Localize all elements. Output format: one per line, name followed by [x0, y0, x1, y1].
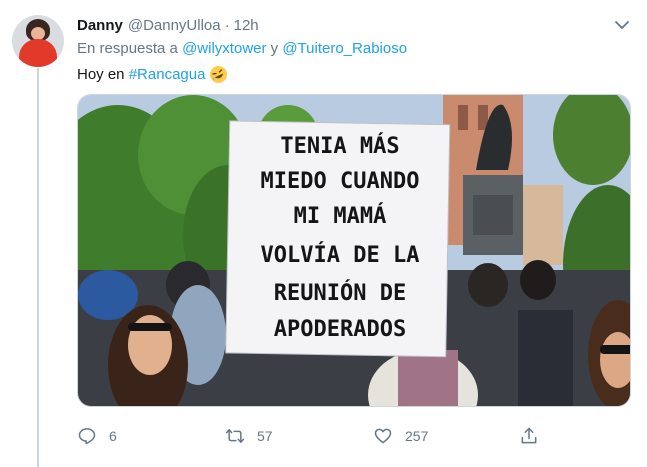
- chevron-down-icon[interactable]: [612, 15, 632, 35]
- avatar[interactable]: [12, 15, 64, 67]
- sign-text-line: VOLVÍA DE LA: [261, 242, 420, 268]
- timestamp[interactable]: 12h: [234, 17, 259, 34]
- sign-text-line: APODERADOS: [274, 317, 406, 342]
- tweet[interactable]: Danny @DannyUlloa · 12h En respuesta a @…: [0, 0, 647, 467]
- like-count: 257: [405, 428, 429, 444]
- user-handle[interactable]: @DannyUlloa: [128, 17, 221, 34]
- reply-context: En respuesta a @wilyxtower y @Tuitero_Ra…: [77, 40, 407, 57]
- sign-text-line: MI MAMÁ: [294, 203, 387, 229]
- like-action[interactable]: 257: [373, 424, 428, 448]
- tweet-header: Danny @DannyUlloa · 12h: [77, 14, 259, 36]
- sign-text-line: REUNIÓN DE: [274, 280, 406, 306]
- share-icon[interactable]: [519, 426, 539, 446]
- reply-count: 6: [109, 428, 117, 444]
- user-name[interactable]: Danny: [77, 17, 123, 34]
- tweet-actions: 6 57 257: [77, 424, 547, 448]
- tweet-text-body: Hoy en: [77, 66, 125, 83]
- reply-user-link[interactable]: @Tuitero_Rabioso: [282, 40, 407, 57]
- protest-photo: TENIA MÁS MIEDO CUANDO MI MAMÁ VOLVÍA DE…: [78, 95, 630, 406]
- reply-icon[interactable]: [77, 426, 97, 446]
- reply-user-link[interactable]: @wilyxtower: [182, 40, 266, 57]
- reply-prefix: En respuesta a: [77, 40, 178, 57]
- retweet-icon[interactable]: [225, 426, 245, 446]
- reply-conjunction: y: [270, 40, 279, 57]
- sign-text-line: MIEDO CUANDO: [261, 169, 420, 194]
- sign-text-line: TENIA MÁS: [280, 133, 399, 159]
- retweet-count: 57: [257, 428, 273, 444]
- thread-line: [37, 68, 39, 467]
- separator-dot: ·: [224, 16, 230, 34]
- tweet-text: Hoy en #Rancagua: [77, 65, 228, 84]
- retweet-action[interactable]: 57: [225, 424, 273, 448]
- tweet-photo[interactable]: TENIA MÁS MIEDO CUANDO MI MAMÁ VOLVÍA DE…: [77, 94, 631, 407]
- reply-action[interactable]: 6: [77, 424, 117, 448]
- heart-icon[interactable]: [373, 426, 393, 446]
- share-action[interactable]: [519, 424, 551, 448]
- hashtag-link[interactable]: #Rancagua: [129, 66, 206, 83]
- rolling-on-floor-laughing-emoji-icon: [210, 65, 228, 84]
